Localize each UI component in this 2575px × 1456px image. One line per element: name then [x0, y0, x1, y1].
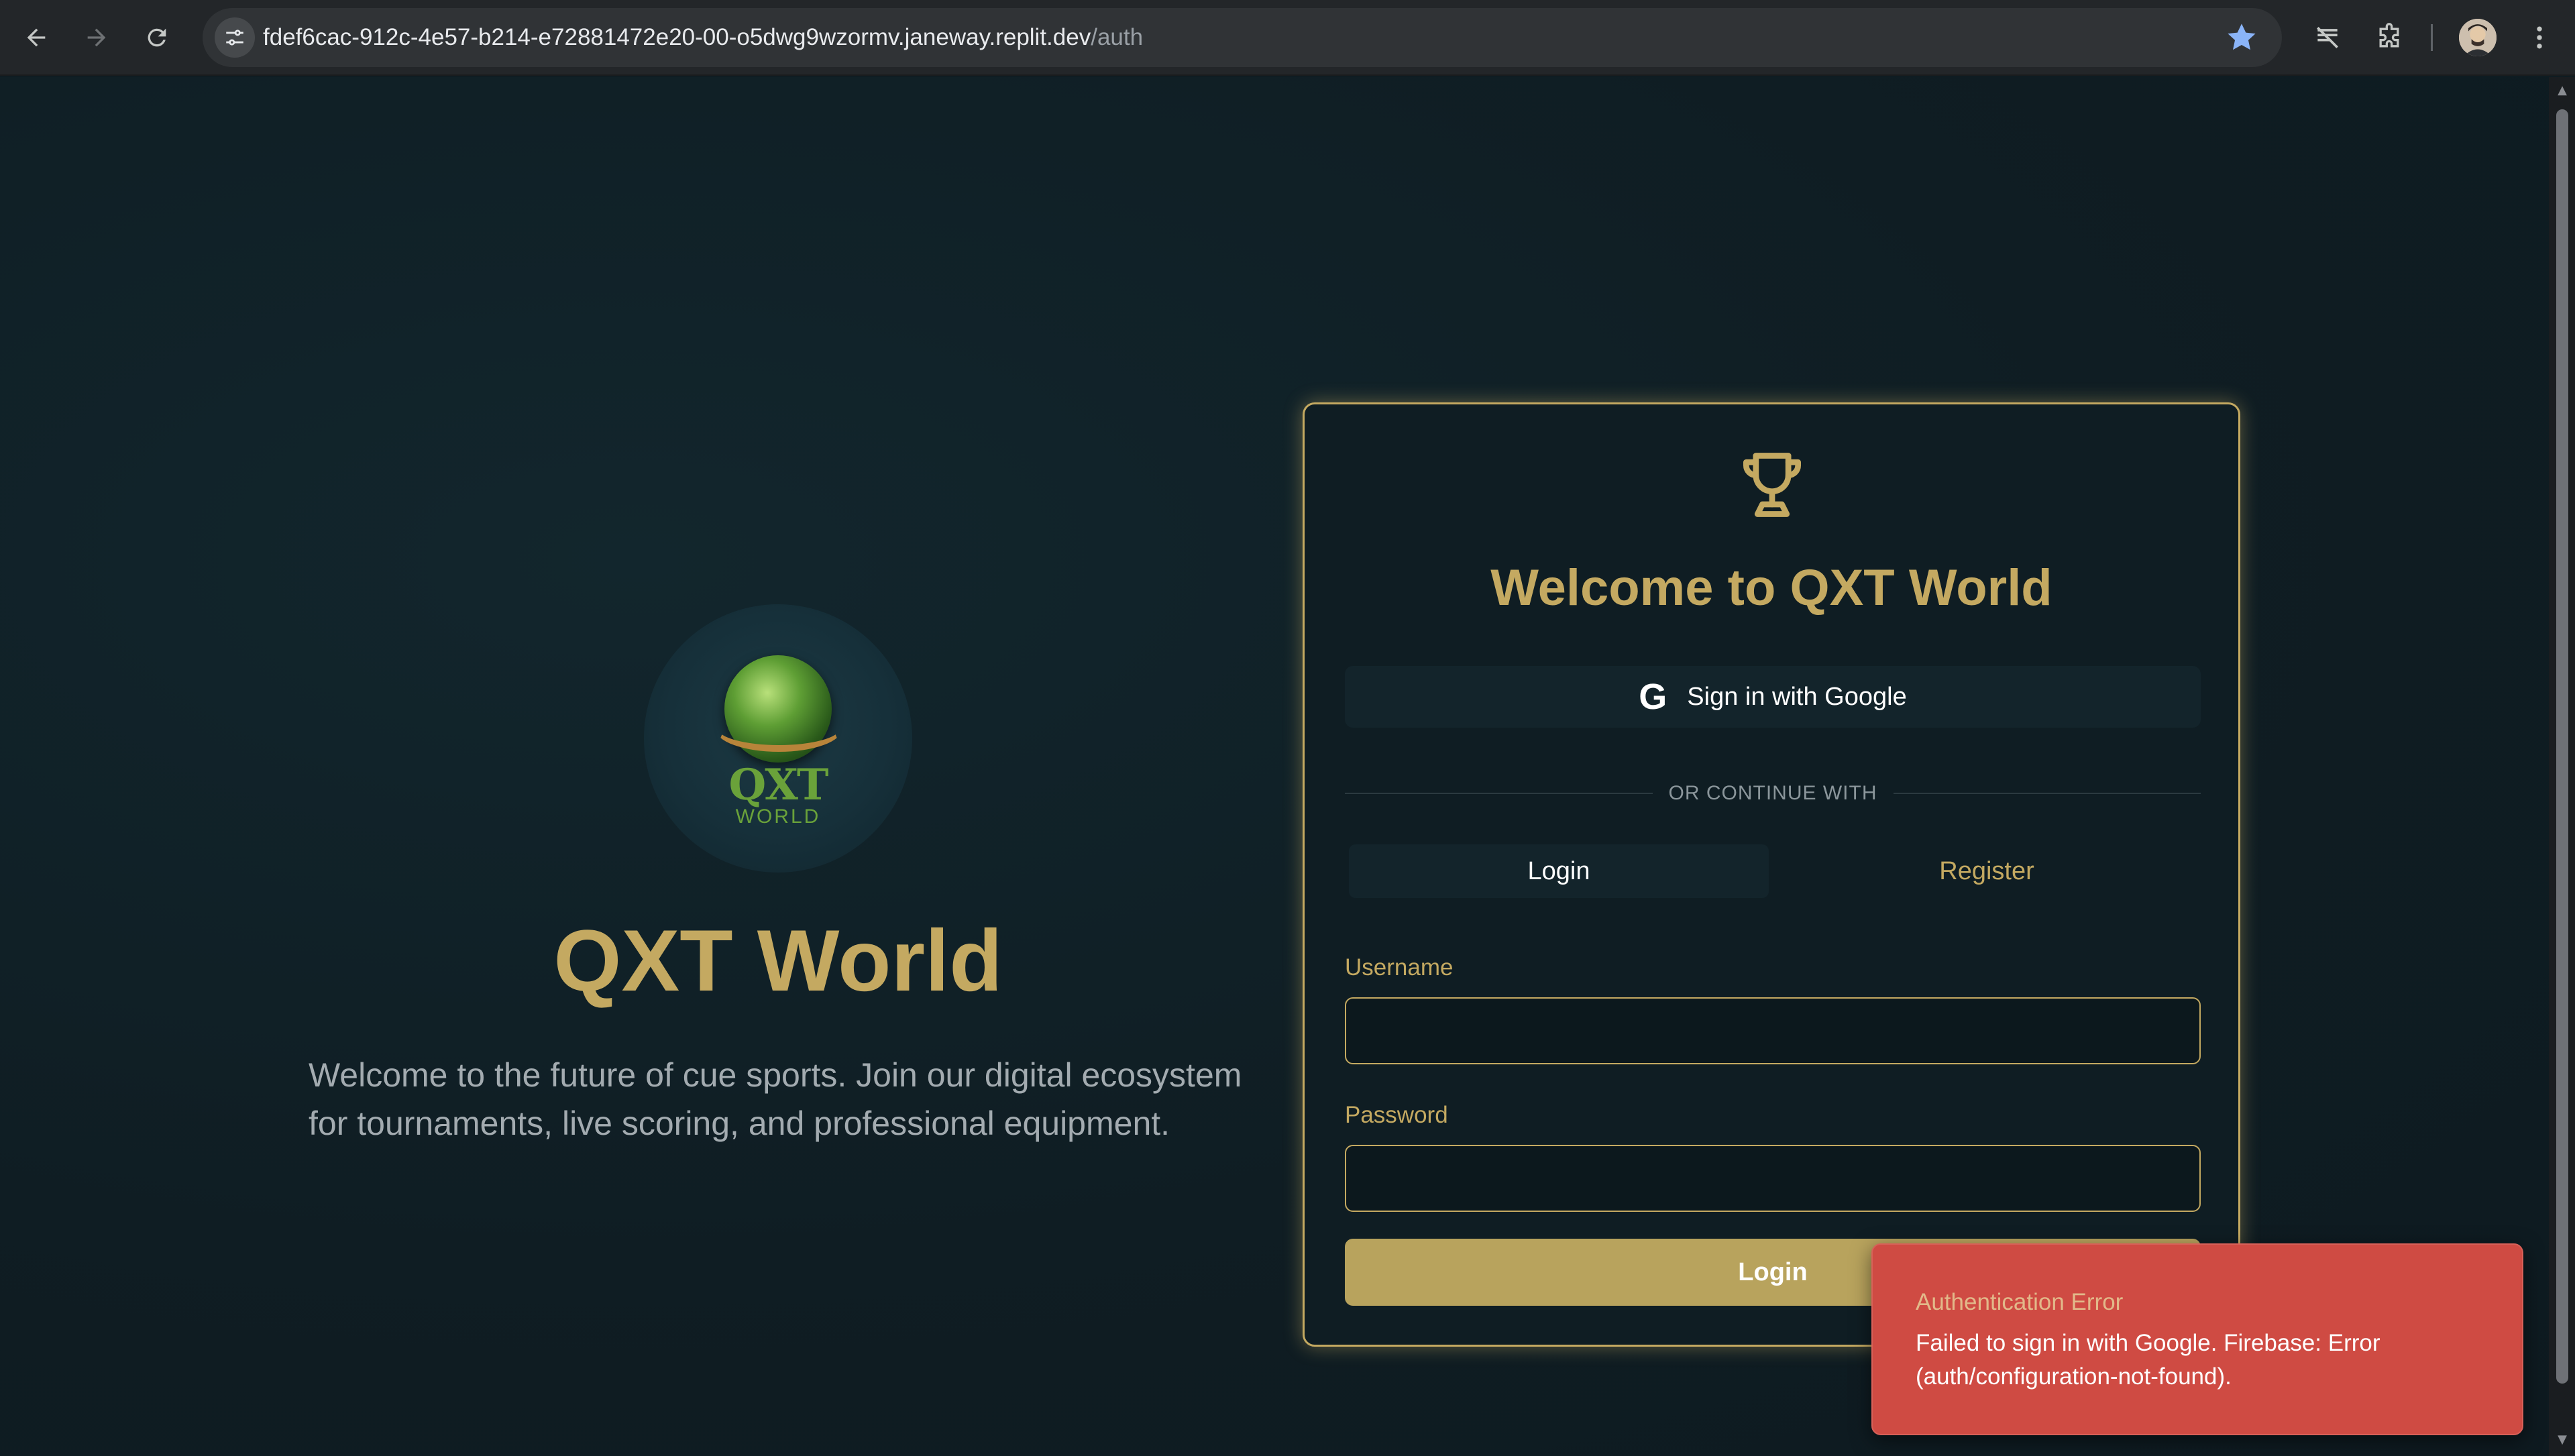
scroll-up-icon[interactable]: ▲ — [2556, 84, 2569, 97]
scroll-thumb[interactable] — [2556, 109, 2568, 1384]
google-icon: G — [1639, 677, 1667, 717]
hero-description: Welcome to the future of cue sports. Joi… — [309, 1056, 1242, 1142]
back-button[interactable] — [16, 17, 56, 58]
arrow-right-icon — [87, 28, 106, 47]
toast-message: Failed to sign in with Google. Firebase:… — [1916, 1330, 2380, 1390]
page-scrollbar[interactable]: ▲ ▼ — [2549, 77, 2575, 1456]
reload-icon — [148, 28, 166, 47]
bookmark-star-icon[interactable] — [2224, 20, 2259, 55]
extension-button[interactable] — [2307, 17, 2348, 58]
google-signin-button[interactable]: G Sign in with Google — [1345, 666, 2201, 728]
address-bar[interactable]: fdef6cac-912c-4e57-b214-e72881472e20-00-… — [203, 8, 2282, 67]
browser-toolbar: fdef6cac-912c-4e57-b214-e72881472e20-00-… — [0, 0, 2575, 76]
logo-ring-icon — [715, 705, 842, 752]
password-label: Password — [1345, 1102, 1448, 1128]
arrow-left-icon — [27, 28, 46, 47]
trophy-icon — [1743, 453, 1802, 517]
profile-avatar[interactable] — [2459, 19, 2497, 56]
extensions-menu-button[interactable] — [2369, 17, 2409, 58]
url-host: fdef6cac-912c-4e57-b214-e72881472e20-00-… — [263, 24, 1091, 50]
toolbar-separator — [2431, 24, 2433, 51]
hero-title: QXT World — [553, 911, 1003, 1009]
avatar-icon — [2459, 19, 2497, 56]
auth-card: Welcome to QXT World G Sign in with Goog… — [1303, 402, 2240, 1347]
toast-title: Authentication Error — [1916, 1289, 2124, 1315]
divider-line — [1345, 793, 1653, 794]
username-label: Username — [1345, 954, 1454, 981]
username-input[interactable] — [1345, 997, 2201, 1064]
password-input[interactable] — [1345, 1145, 2201, 1212]
browser-menu-button[interactable] — [2519, 17, 2560, 58]
eye-slash-icon — [2317, 27, 2338, 48]
logo-subtext: WORLD — [735, 805, 821, 828]
tune-icon — [226, 30, 243, 46]
url-text[interactable]: fdef6cac-912c-4e57-b214-e72881472e20-00-… — [263, 8, 1143, 67]
qxt-logo: QXT WORLD — [644, 604, 912, 873]
more-vert-icon — [2537, 26, 2542, 49]
tab-register[interactable]: Register — [1777, 844, 2197, 898]
url-path: /auth — [1091, 24, 1144, 50]
google-signin-label: Sign in with Google — [1687, 682, 1907, 711]
tab-login[interactable]: Login — [1349, 844, 1769, 898]
auth-tabs: Login Register — [1345, 840, 2201, 902]
forward-button[interactable] — [76, 17, 117, 58]
divider-line — [1893, 793, 2201, 794]
scroll-down-icon[interactable]: ▼ — [2556, 1433, 2569, 1447]
site-info-button[interactable] — [215, 17, 255, 58]
or-divider: OR CONTINUE WITH — [1345, 780, 2201, 807]
logo-text: QXT — [728, 760, 828, 810]
error-toast[interactable]: Authentication Error Failed to sign in w… — [1871, 1243, 2523, 1435]
reload-button[interactable] — [137, 17, 177, 58]
card-title: Welcome to QXT World — [1490, 559, 2052, 616]
divider-text: OR CONTINUE WITH — [1668, 782, 1877, 804]
puzzle-icon — [2379, 23, 2399, 48]
